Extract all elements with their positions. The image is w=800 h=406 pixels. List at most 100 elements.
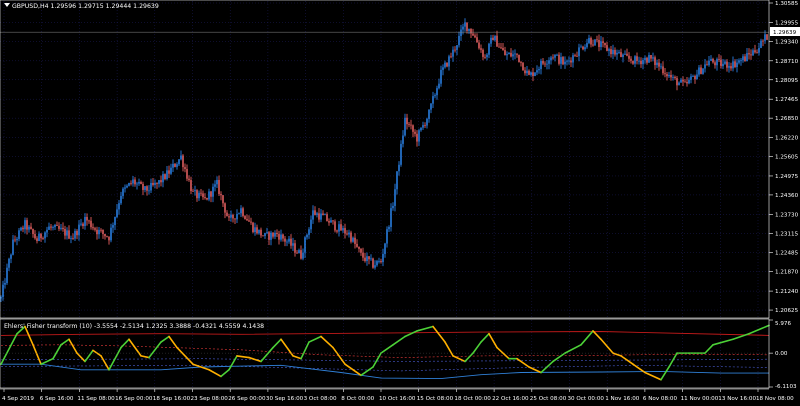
candle-body [686,81,688,84]
symbol-header: GBPUSD,H4 1.29596 1.29715 1.29444 1.2963… [12,3,159,10]
candle-body [316,213,318,215]
candle-body [160,180,162,183]
candle-body [330,220,332,223]
candle-body [28,226,30,230]
fisher-segment [552,352,566,363]
time-tick-label: 15 Oct 08:00 [417,396,454,402]
price-tick-label: 1.20625 [775,308,799,314]
candle-body [108,236,110,241]
candle-body [422,125,424,128]
candle-body [618,52,620,53]
time-tick-label: 3 Oct 08:00 [304,396,337,402]
candle-body [332,220,334,222]
candle-body [378,261,380,262]
candle-body [396,171,398,190]
candle-body [104,233,106,237]
candle-body [718,59,720,60]
indicator-tick-label: -6.1103 [775,384,797,390]
indicator-axis[interactable]: 5.976 0.00 -6.1103 [769,319,797,390]
candle-body [698,67,700,75]
current-price-label: 1.29639 [773,30,797,36]
candle-body [344,228,346,234]
fisher-segment [452,355,466,363]
candle-body [326,214,328,222]
candle-body [638,60,640,62]
fisher-segment [580,330,594,346]
candle-body [126,185,128,188]
indicator-tick-label: 5.976 [775,321,791,327]
candle-body [370,258,372,260]
candle-body [702,68,704,74]
price-tick-label: 1.24360 [775,193,799,199]
candle-body [302,252,304,259]
candle-body [84,216,86,227]
candle-body [604,42,606,46]
time-tick-label: 11 Sep 08:00 [77,396,115,402]
collapse-arrow-icon[interactable] [4,3,10,7]
candle-body [594,39,596,46]
fisher-segment [292,355,302,360]
candle-body [760,40,762,48]
candle-body [68,230,70,239]
fisher-segment [516,357,530,368]
chart-canvas[interactable]: 1.30585 1.29955 1.29340 1.28710 1.28095 1.274… [0,0,800,406]
candle-body [290,238,292,246]
candle-body [340,224,342,231]
candle-body [412,125,414,132]
candle-body [240,208,242,214]
candle-body [592,44,594,46]
candle-body [312,210,314,220]
candle-body [504,50,506,56]
candle-body [258,229,260,234]
candle-body [280,234,282,240]
candle-body [510,52,512,57]
candle-body [680,79,682,83]
candle-body [616,52,618,55]
candle-body [174,163,176,167]
candle-body [352,237,354,242]
candle-body [566,60,568,62]
candle-body [268,232,270,240]
price-axis[interactable]: 1.30585 1.29955 1.29340 1.28710 1.28095 1.274… [769,1,799,314]
candle-body [166,170,168,179]
candle-body [100,229,102,231]
fisher-segment [360,366,374,377]
candle-body [250,221,252,223]
price-tick-label: 1.28095 [775,78,799,84]
candle-body [762,40,764,42]
time-tick-label: 22 Oct 16:00 [492,396,529,402]
candle-body [26,220,28,230]
candle-body [156,182,158,184]
candle-body [64,228,66,236]
candle-body [112,225,114,228]
candle-body [548,60,550,64]
candle-body [398,164,400,172]
candle-body [600,41,602,47]
candle-body [36,238,38,242]
fisher-segment [300,341,310,360]
candle-body [542,61,544,64]
candle-body [200,192,202,194]
fisher-segment [480,332,490,343]
fisher-segment [592,330,602,341]
candle-body [564,61,566,65]
candle-body [472,33,474,36]
candle-body [402,135,404,144]
candle-body [682,79,684,82]
candle-body [408,124,410,126]
fisher-segment [528,366,542,374]
time-axis[interactable]: 4 Sep 2019 6 Sep 16:00 11 Sep 08:00 16 Sep … [2,389,794,402]
candle-body [516,53,518,55]
candle-body [490,37,492,44]
fisher-segment [416,325,434,332]
candle-body [446,62,448,67]
candle-body [590,38,592,45]
fisher-segment [564,344,582,354]
candle-body [336,230,338,232]
candle-body [656,62,658,66]
candle-body [652,57,654,59]
candle-body [722,63,724,67]
fisher-segment [660,366,670,381]
candle-body [740,60,742,62]
candle-body [700,67,702,74]
